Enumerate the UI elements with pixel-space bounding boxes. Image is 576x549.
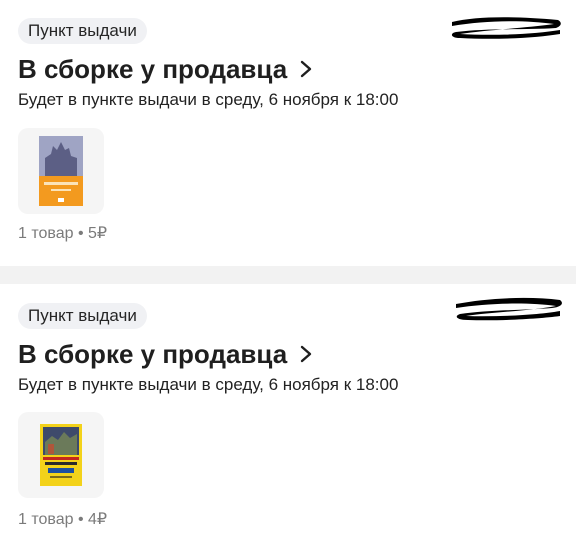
pickup-point-badge: Пункт выдачи <box>18 303 147 329</box>
order-status-link[interactable]: В сборке у продавца <box>18 338 313 370</box>
redaction-mark <box>451 17 561 39</box>
book-cover-image <box>40 424 82 486</box>
chevron-right-icon <box>300 345 312 363</box>
order-status-link[interactable]: В сборке у продавца <box>18 53 313 85</box>
cards-separator <box>0 266 576 284</box>
order-card[interactable]: Пункт выдачи В сборке у продавца Будет в… <box>0 284 576 549</box>
delivery-date-text: Будет в пункте выдачи в среду, 6 ноября … <box>18 90 399 109</box>
order-summary-text: 1 товар • 5₽ <box>18 225 108 242</box>
orders-page: Пункт выдачи В сборке у продавца Будет в… <box>0 0 576 549</box>
order-status-title: В сборке у продавца <box>18 54 288 84</box>
book-cover-image <box>39 136 83 206</box>
chevron-right-icon <box>300 60 312 78</box>
redaction-mark <box>456 297 562 321</box>
pickup-point-badge: Пункт выдачи <box>18 18 147 44</box>
order-status-title: В сборке у продавца <box>18 339 288 369</box>
order-card[interactable]: Пункт выдачи В сборке у продавца Будет в… <box>0 0 576 266</box>
product-thumbnail[interactable] <box>18 412 104 498</box>
order-summary-text: 1 товар • 4₽ <box>18 511 108 528</box>
delivery-date-text: Будет в пункте выдачи в среду, 6 ноября … <box>18 375 399 394</box>
product-thumbnail[interactable] <box>18 128 104 214</box>
